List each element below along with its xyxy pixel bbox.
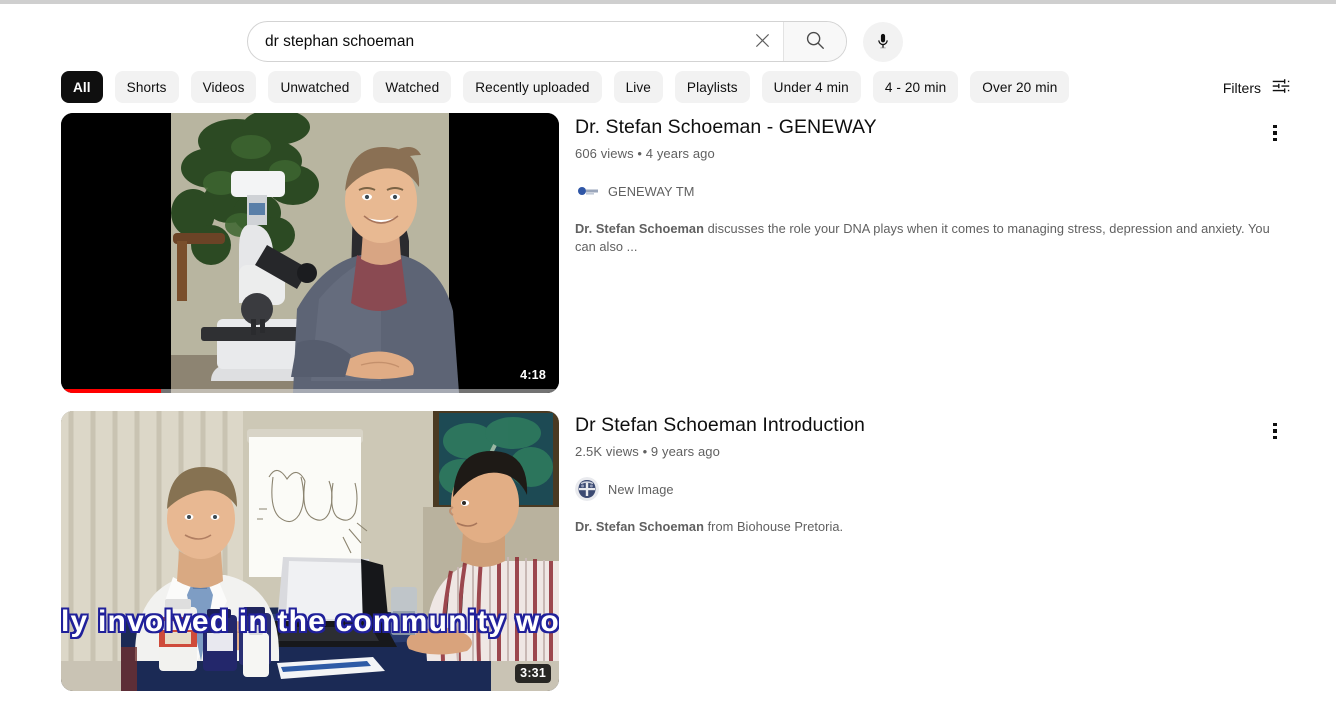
video-title[interactable]: Dr. Stefan Schoeman - GENEWAY [575, 115, 1287, 139]
channel-link[interactable]: New Image [575, 477, 674, 502]
video-description: Dr. Stefan Schoeman discusses the role y… [575, 220, 1287, 255]
video-metadata: 606 views • 4 years ago [575, 146, 715, 162]
voice-search-button[interactable] [863, 22, 903, 62]
filter-chip-unwatched[interactable]: Unwatched [268, 71, 362, 103]
filter-chip-4-20-min[interactable]: 4 - 20 min [872, 71, 959, 103]
filter-chip-recently-uploaded[interactable]: Recently uploaded [463, 71, 602, 103]
tune-sliders-icon [1270, 75, 1292, 100]
video-info: Dr Stefan Schoeman Introduction 2.5K vie… [575, 411, 1287, 691]
more-vertical-icon [1273, 124, 1277, 142]
search-result-item: 4:18 Dr. Stefan Schoeman - GENEWAY 606 v… [61, 113, 1311, 393]
search-bar-region [0, 10, 1336, 62]
result-more-actions-button[interactable] [1255, 411, 1295, 451]
video-duration-badge: 3:31 [515, 663, 551, 683]
video-metadata: 2.5K views • 9 years ago [575, 444, 720, 460]
search-input[interactable] [265, 32, 741, 51]
filter-chip-playlists[interactable]: Playlists [674, 71, 750, 103]
video-description: Dr. Stefan Schoeman from Biohouse Pretor… [575, 518, 1287, 535]
video-info: Dr. Stefan Schoeman - GENEWAY 606 views … [575, 113, 1287, 393]
browser-chrome-strip [0, 0, 1336, 4]
channel-avatar [575, 179, 599, 204]
filter-chip-under-4-min[interactable]: Under 4 min [761, 71, 861, 103]
filters-button[interactable]: Filters [1223, 75, 1292, 100]
video-duration-badge: 4:18 [515, 365, 551, 385]
filter-chip-watched[interactable]: Watched [373, 71, 452, 103]
filter-chip-videos[interactable]: Videos [190, 71, 257, 103]
clear-search-button[interactable] [741, 22, 783, 61]
microphone-icon [873, 31, 893, 54]
video-description-highlight: Dr. Stefan Schoeman [575, 221, 704, 237]
video-description-highlight: Dr. Stefan Schoeman [575, 519, 704, 535]
video-thumbnail[interactable]: 4:18 [61, 113, 559, 393]
filter-chip-live[interactable]: Live [613, 71, 663, 103]
video-description-rest: from Biohouse Pretoria. [703, 519, 844, 535]
thumbnail-image [61, 113, 559, 393]
search-submit-button[interactable] [783, 22, 846, 61]
channel-name: New Image [608, 481, 674, 497]
filter-chip-shorts[interactable]: Shorts [114, 71, 179, 103]
video-title[interactable]: Dr Stefan Schoeman Introduction [575, 413, 1287, 437]
search-box[interactable] [247, 21, 847, 62]
thumbnail-image [61, 411, 559, 691]
channel-avatar [575, 477, 599, 502]
channel-name: GENEWAY TM [608, 183, 695, 199]
filters-label: Filters [1222, 79, 1261, 96]
filter-chip-all[interactable]: All [61, 71, 103, 103]
close-icon [752, 30, 773, 54]
filter-chips-row: All Shorts Videos Unwatched Watched Recently … [0, 71, 1336, 105]
search-input-wrapper[interactable] [248, 22, 741, 61]
result-more-actions-button[interactable] [1255, 113, 1295, 153]
filter-chip-over-20-min[interactable]: Over 20 min [970, 71, 1070, 103]
watch-progress-fill [61, 389, 161, 393]
channel-link[interactable]: GENEWAY TM [575, 179, 695, 204]
search-results-list: 4:18 Dr. Stefan Schoeman - GENEWAY 606 v… [61, 113, 1311, 709]
watch-progress-track [61, 389, 559, 393]
search-result-item: ly involved in the community wor 3:31 Dr… [61, 411, 1311, 691]
search-icon [804, 29, 826, 54]
video-thumbnail[interactable]: ly involved in the community wor 3:31 [61, 411, 559, 691]
more-vertical-icon [1273, 422, 1277, 440]
filter-chips-scroller[interactable]: All Shorts Videos Unwatched Watched Recently … [61, 71, 1070, 103]
